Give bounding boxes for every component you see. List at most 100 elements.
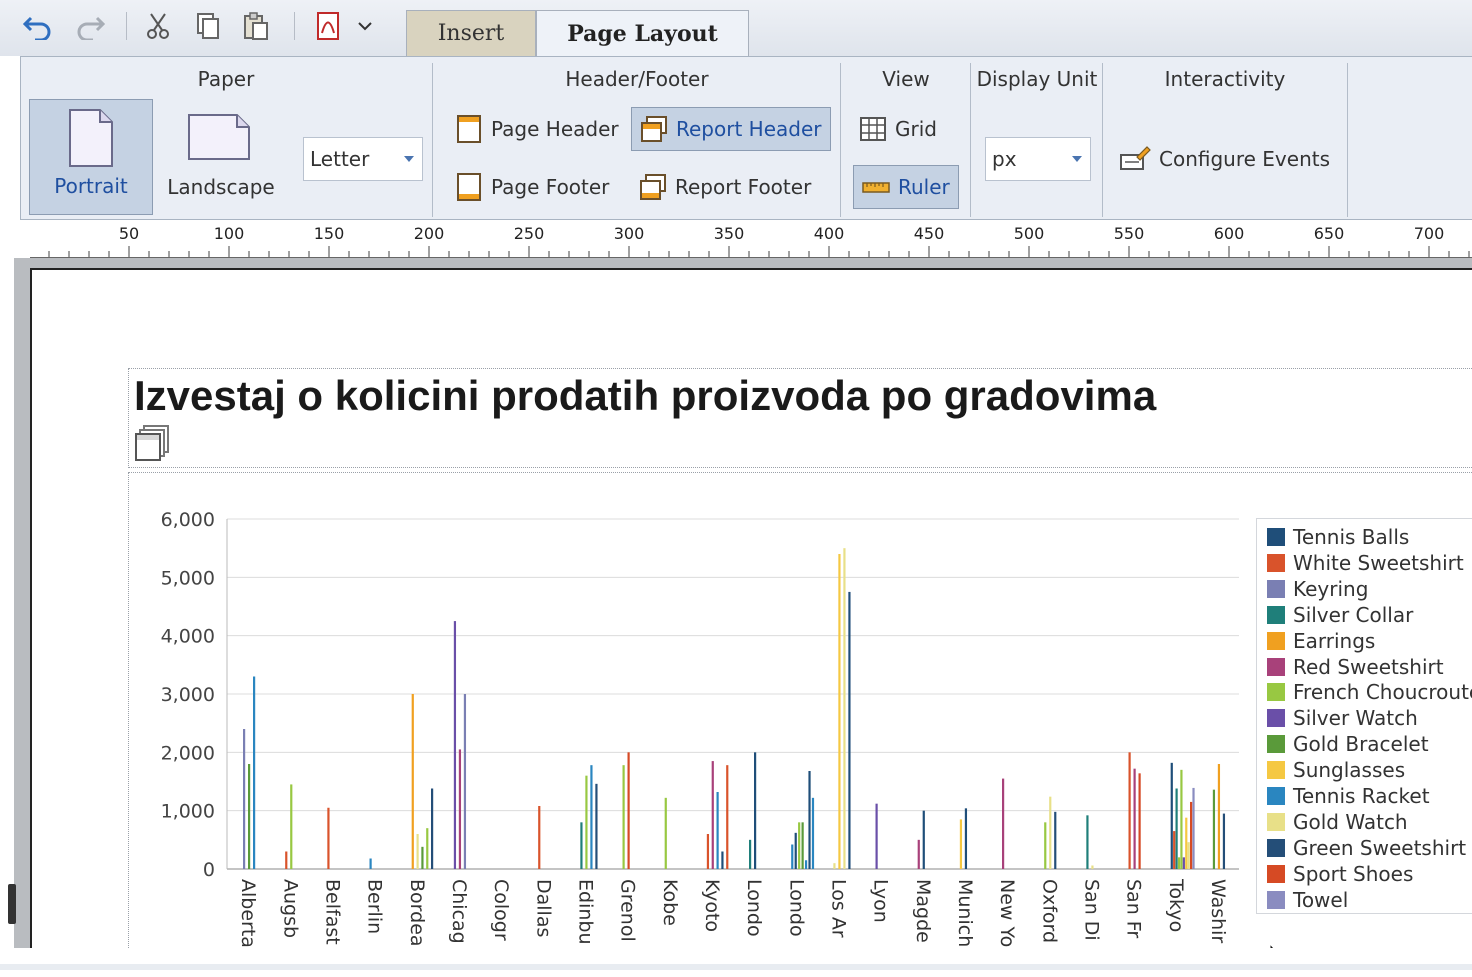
paper-size-select[interactable]: Letter bbox=[303, 137, 423, 181]
horizontal-ruler: 50 100 150 200 250 300 350 400 450 500 550 600 650 70… bbox=[30, 222, 1472, 258]
legend-item[interactable]: Red Sweetshirt bbox=[1267, 655, 1444, 679]
y-tick-label: 3,000 bbox=[161, 684, 215, 706]
legend-label: Red Sweetshirt bbox=[1293, 654, 1444, 679]
chart-bar bbox=[580, 822, 583, 869]
legend-item[interactable]: Silver Watch bbox=[1267, 706, 1418, 730]
chart-bar bbox=[1190, 801, 1193, 869]
chart-bar bbox=[1044, 822, 1047, 869]
chart-bar bbox=[917, 839, 920, 869]
ruler-label: 650 bbox=[1313, 224, 1345, 243]
legend-label: Keyring bbox=[1293, 576, 1369, 601]
x-tick-label: Washir bbox=[1207, 879, 1229, 943]
x-tick-label: Edinbu bbox=[574, 879, 596, 945]
landscape-button[interactable]: Landscape bbox=[159, 99, 283, 215]
report-footer-button[interactable]: Report Footer bbox=[639, 167, 811, 207]
chart-bar bbox=[1192, 787, 1195, 869]
ruler-label: 500 bbox=[1013, 224, 1045, 243]
legend-item[interactable]: Silver Collar bbox=[1267, 603, 1413, 627]
stack-icon[interactable] bbox=[134, 424, 172, 469]
ribbon: Paper Portrait Landscape Letter Header/F… bbox=[20, 56, 1472, 220]
status-area bbox=[0, 948, 1472, 972]
chart-bar bbox=[369, 858, 372, 869]
quick-access-toolbar: Insert Page Layout bbox=[0, 0, 1472, 56]
ruler-label: 700 bbox=[1413, 224, 1445, 243]
x-tick-label: Chicag bbox=[448, 879, 470, 944]
ribbon-separator bbox=[1347, 63, 1348, 217]
chart-bar bbox=[1091, 865, 1094, 869]
page-header-button[interactable]: Page Header bbox=[453, 109, 619, 149]
report-header-icon bbox=[641, 116, 667, 142]
x-tick-label: Oxford bbox=[1038, 879, 1060, 943]
legend-swatch bbox=[1267, 528, 1285, 546]
chart-bar bbox=[538, 806, 541, 869]
toolbar-separator bbox=[126, 12, 127, 40]
legend-label: Towel bbox=[1293, 887, 1349, 912]
report-header-button[interactable]: Report Header bbox=[631, 107, 831, 151]
x-tick-label: Bordea bbox=[406, 879, 428, 947]
copy-icon[interactable] bbox=[192, 10, 224, 42]
chart-bar bbox=[1002, 778, 1005, 869]
tab-insert-label: Insert bbox=[437, 21, 505, 46]
legend-swatch bbox=[1267, 579, 1285, 598]
chart-legend: Tennis Balls White Sweetshirt Keyring Silve… bbox=[1256, 518, 1472, 914]
y-tick-label: 0 bbox=[203, 859, 215, 881]
ruler-label: 300 bbox=[613, 224, 645, 243]
chart-bar bbox=[463, 694, 467, 869]
chart-bar bbox=[726, 765, 729, 869]
legend-label: Silver Watch bbox=[1293, 706, 1418, 731]
grid-label: Grid bbox=[895, 117, 937, 141]
y-tick-label: 6,000 bbox=[161, 509, 215, 531]
paste-icon[interactable] bbox=[240, 10, 272, 42]
chart-bar bbox=[749, 839, 752, 869]
legend-swatch bbox=[1267, 683, 1285, 702]
chart-bar bbox=[327, 807, 330, 869]
x-tick-label: Berlin bbox=[364, 879, 386, 934]
legend-item[interactable]: Tennis Racket bbox=[1267, 784, 1430, 808]
pdf-icon[interactable] bbox=[312, 10, 344, 42]
legend-swatch bbox=[1267, 657, 1285, 676]
legend-item[interactable]: Earrings bbox=[1267, 629, 1375, 653]
redo-icon[interactable] bbox=[74, 10, 106, 42]
tab-insert[interactable]: Insert bbox=[406, 10, 536, 56]
legend-item[interactable]: Gold Watch bbox=[1267, 810, 1408, 834]
cut-icon[interactable] bbox=[142, 10, 174, 42]
display-unit-select[interactable]: px bbox=[985, 137, 1091, 181]
legend-label: Gold Bracelet bbox=[1293, 732, 1429, 757]
legend-item[interactable]: Towel bbox=[1267, 888, 1348, 912]
legend-item[interactable]: Tennis Balls bbox=[1267, 525, 1409, 549]
x-tick-label: San Fr bbox=[1123, 879, 1145, 938]
x-tick-label: Los Ar bbox=[827, 879, 849, 938]
chart-bar bbox=[1170, 762, 1173, 869]
ruler-toggle[interactable]: Ruler bbox=[853, 165, 959, 209]
x-tick-label: Alberta bbox=[237, 879, 259, 948]
legend-swatch bbox=[1267, 812, 1285, 831]
legend-item[interactable]: French Choucroute bbox=[1267, 680, 1472, 704]
tab-page-layout[interactable]: Page Layout bbox=[536, 10, 749, 56]
grid-toggle[interactable]: Grid bbox=[859, 109, 937, 149]
page-footer-button[interactable]: Page Footer bbox=[453, 167, 609, 207]
chevron-down-icon[interactable] bbox=[352, 10, 378, 42]
horizontal-scrollbar[interactable] bbox=[0, 964, 1472, 970]
page-header-icon bbox=[457, 115, 481, 143]
legend-label: Green Sweetshirt bbox=[1293, 835, 1467, 860]
toolbar-separator bbox=[294, 12, 295, 40]
legend-item[interactable]: Keyring bbox=[1267, 577, 1368, 601]
landscape-label: Landscape bbox=[167, 175, 275, 199]
ruler-label: 350 bbox=[713, 224, 745, 243]
chart-bar bbox=[1086, 815, 1089, 869]
report-footer-icon bbox=[640, 174, 666, 200]
legend-item[interactable]: Sunglasses bbox=[1267, 758, 1405, 782]
undo-icon[interactable] bbox=[22, 10, 54, 42]
legend-item[interactable]: Green Sweetshirt bbox=[1267, 836, 1466, 860]
configure-events-button[interactable]: Configure Events bbox=[1119, 139, 1330, 179]
chart-bar bbox=[285, 851, 288, 869]
chart-bar bbox=[248, 764, 251, 869]
legend-item[interactable]: Sport Shoes bbox=[1267, 862, 1413, 886]
legend-item[interactable]: White Sweetshirt bbox=[1267, 551, 1464, 575]
portrait-button[interactable]: Portrait bbox=[29, 99, 153, 215]
legend-item[interactable]: Gold Bracelet bbox=[1267, 732, 1429, 756]
group-title-interactivity: Interactivity bbox=[1164, 67, 1286, 91]
ruler-ticks bbox=[48, 246, 1470, 257]
collapse-handle[interactable] bbox=[8, 884, 16, 924]
report-title[interactable]: Izvestaj o kolicini prodatih proizvoda p… bbox=[134, 372, 1156, 420]
